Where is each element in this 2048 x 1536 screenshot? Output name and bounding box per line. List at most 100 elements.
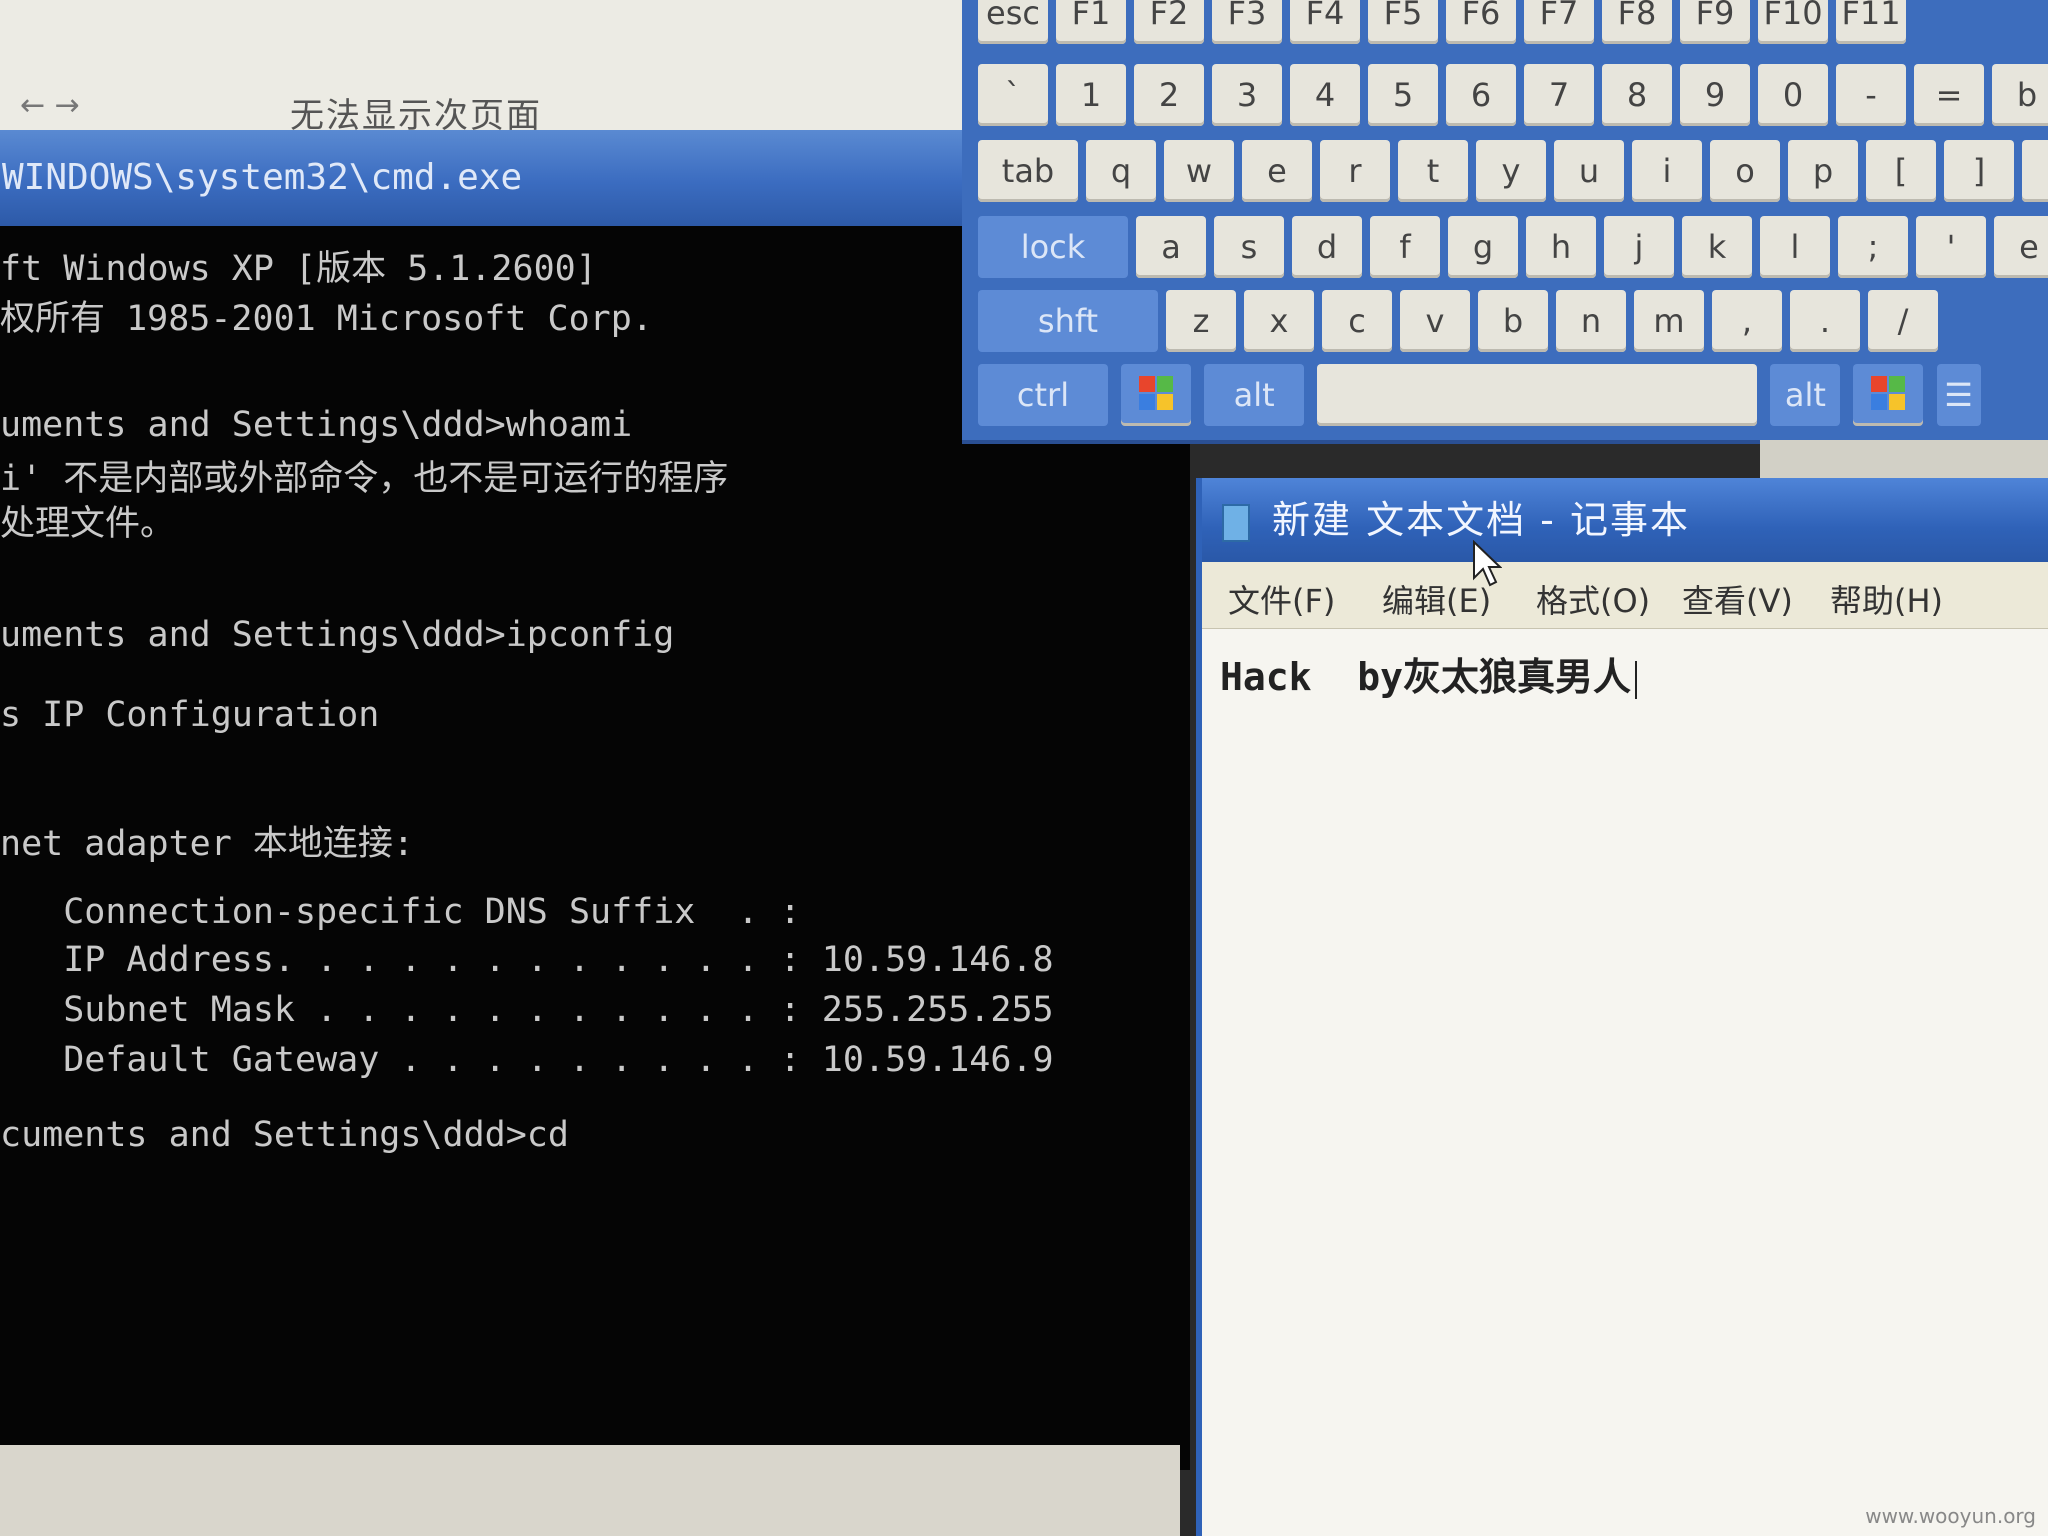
notepad-content: Hack by灰太狼真男人 [1220, 655, 1632, 699]
notepad-menu-bar: 文件(F) 编辑(E) 格式(O) 查看(V) 帮助(H) [1202, 562, 2048, 629]
key-char[interactable]: F3 [1212, 0, 1282, 44]
key-char[interactable]: F1 [1056, 0, 1126, 44]
key-char[interactable]: j [1604, 216, 1674, 278]
windows-flag-icon [1139, 376, 1175, 412]
key-char[interactable]: w [1164, 140, 1234, 202]
key-char[interactable]: y [1476, 140, 1546, 202]
nav-arrows[interactable]: ← → [20, 88, 80, 123]
key-char[interactable]: b [1992, 64, 2048, 126]
menu-key[interactable]: ☰ [1936, 364, 1981, 426]
key-char[interactable]: p [1788, 140, 1858, 202]
key-char[interactable]: esc [978, 0, 1048, 44]
key-char[interactable]: F7 [1524, 0, 1594, 44]
key-char[interactable]: 8 [1602, 64, 1672, 126]
key-char[interactable]: c [1322, 290, 1392, 352]
key-char[interactable]: h [1526, 216, 1596, 278]
key-char[interactable]: \ [2022, 140, 2048, 202]
key-char[interactable]: t [1398, 140, 1468, 202]
key-char[interactable]: ; [1838, 216, 1908, 278]
key-char[interactable]: F9 [1680, 0, 1750, 44]
menu-format[interactable]: 格式(O) [1536, 576, 1650, 622]
key-char[interactable]: o [1710, 140, 1780, 202]
key-char[interactable]: ] [1944, 140, 2014, 202]
key-char[interactable]: F6 [1446, 0, 1516, 44]
key-char[interactable]: a [1136, 216, 1206, 278]
key-char[interactable]: 1 [1056, 64, 1126, 126]
keyboard-shift-row: shft z x c v b n m,. / [978, 290, 1946, 354]
keyboard-bottom-row: ctrl alt alt ☰ [978, 364, 1989, 428]
windows-key-right[interactable] [1853, 364, 1924, 426]
space-key[interactable] [1317, 364, 1758, 426]
key-char[interactable]: g [1448, 216, 1518, 278]
menu-file[interactable]: 文件(F) [1228, 576, 1335, 622]
key-char[interactable]: / [1868, 290, 1938, 352]
key-char[interactable]: z [1166, 290, 1236, 352]
console-line: 处理文件。 [0, 504, 176, 544]
key-char[interactable]: . [1790, 290, 1860, 352]
key-char[interactable]: e [1994, 216, 2048, 278]
key-tab[interactable]: tab [978, 140, 1078, 202]
key-char[interactable]: v [1400, 290, 1470, 352]
alt-left-key[interactable]: alt [1204, 364, 1305, 426]
key-char[interactable]: 3 [1212, 64, 1282, 126]
key-char[interactable]: 5 [1368, 64, 1438, 126]
console-line: IP Address. . . . . . . . . . . . : 10.5… [0, 940, 1054, 980]
cmd-title-bar[interactable]: WINDOWS\system32\cmd.exe [0, 130, 967, 226]
key-char[interactable]: f [1370, 216, 1440, 278]
console-line: net adapter 本地连接: [0, 824, 414, 864]
key-char[interactable]: e [1242, 140, 1312, 202]
notepad-text-area[interactable]: Hack by灰太狼真男人 [1220, 646, 1638, 701]
keyboard-number-row: ` 1 2 3 4 5 6 7 8 9 0- = b [978, 64, 2048, 128]
key-char[interactable]: s [1214, 216, 1284, 278]
text-caret [1635, 660, 1638, 699]
ctrl-key[interactable]: ctrl [978, 364, 1108, 426]
key-char[interactable]: ` [978, 64, 1048, 126]
key-char[interactable]: q [1086, 140, 1156, 202]
key-char[interactable]: = [1914, 64, 1984, 126]
key-char[interactable]: 2 [1134, 64, 1204, 126]
key-char[interactable]: x [1244, 290, 1314, 352]
key-char[interactable]: r [1320, 140, 1390, 202]
console-line: uments and Settings\ddd>whoami [0, 405, 633, 445]
key-char[interactable]: F10 [1758, 0, 1828, 44]
key-char[interactable]: ' [1916, 216, 1986, 278]
key-char[interactable]: 0 [1758, 64, 1828, 126]
console-line: cuments and Settings\ddd>cd [0, 1115, 569, 1155]
key-char[interactable]: d [1292, 216, 1362, 278]
console-line: 权所有 1985-2001 Microsoft Corp. [0, 299, 653, 339]
key-char[interactable]: - [1836, 64, 1906, 126]
console-line: Subnet Mask . . . . . . . . . . . : 255.… [0, 990, 1054, 1030]
key-char[interactable]: F4 [1290, 0, 1360, 44]
key-char[interactable]: 6 [1446, 64, 1516, 126]
key-char[interactable]: F8 [1602, 0, 1672, 44]
key-char[interactable]: F11 [1836, 0, 1906, 44]
key-char[interactable]: [ [1866, 140, 1936, 202]
console-line: s IP Configuration [0, 695, 380, 735]
keyboard-tab-row: tabqwertyuiop[]\ [978, 140, 2048, 204]
key-char[interactable]: i [1632, 140, 1702, 202]
background-browser-window: ← → 无法显示次页面 [0, 0, 965, 142]
windows-key[interactable] [1121, 364, 1192, 426]
alt-right-key[interactable]: alt [1770, 364, 1841, 426]
menu-view[interactable]: 查看(V) [1682, 576, 1793, 622]
key-lock[interactable]: lock [978, 216, 1128, 278]
key-char[interactable]: u [1554, 140, 1624, 202]
key-char[interactable]: F5 [1368, 0, 1438, 44]
key-char[interactable]: 9 [1680, 64, 1750, 126]
key-char[interactable]: F2 [1134, 0, 1204, 44]
notepad-window[interactable]: 新建 文本文档 - 记事本 文件(F) 编辑(E) 格式(O) 查看(V) 帮助… [1196, 478, 2048, 1536]
notepad-title-bar[interactable]: 新建 文本文档 - 记事本 [1202, 478, 2048, 562]
key-char[interactable]: n [1556, 290, 1626, 352]
key-char[interactable]: m [1634, 290, 1704, 352]
key-char[interactable]: b [1478, 290, 1548, 352]
menu-help[interactable]: 帮助(H) [1830, 576, 1943, 622]
key-char[interactable]: 4 [1290, 64, 1360, 126]
key-char[interactable]: k [1682, 216, 1752, 278]
on-screen-keyboard: esc F1 F2 F3 F4 F5 F6 F7 F8 F9 F10 F11 ` 1 2 3 4 5 6 7 8 9 0-… [962, 0, 2048, 444]
mouse-cursor-icon [1473, 540, 1502, 587]
key-char[interactable]: , [1712, 290, 1782, 352]
console-line: uments and Settings\ddd>ipconfig [0, 615, 675, 655]
key-char[interactable]: 7 [1524, 64, 1594, 126]
key-char[interactable]: l [1760, 216, 1830, 278]
key-shft[interactable]: shft [978, 290, 1158, 352]
